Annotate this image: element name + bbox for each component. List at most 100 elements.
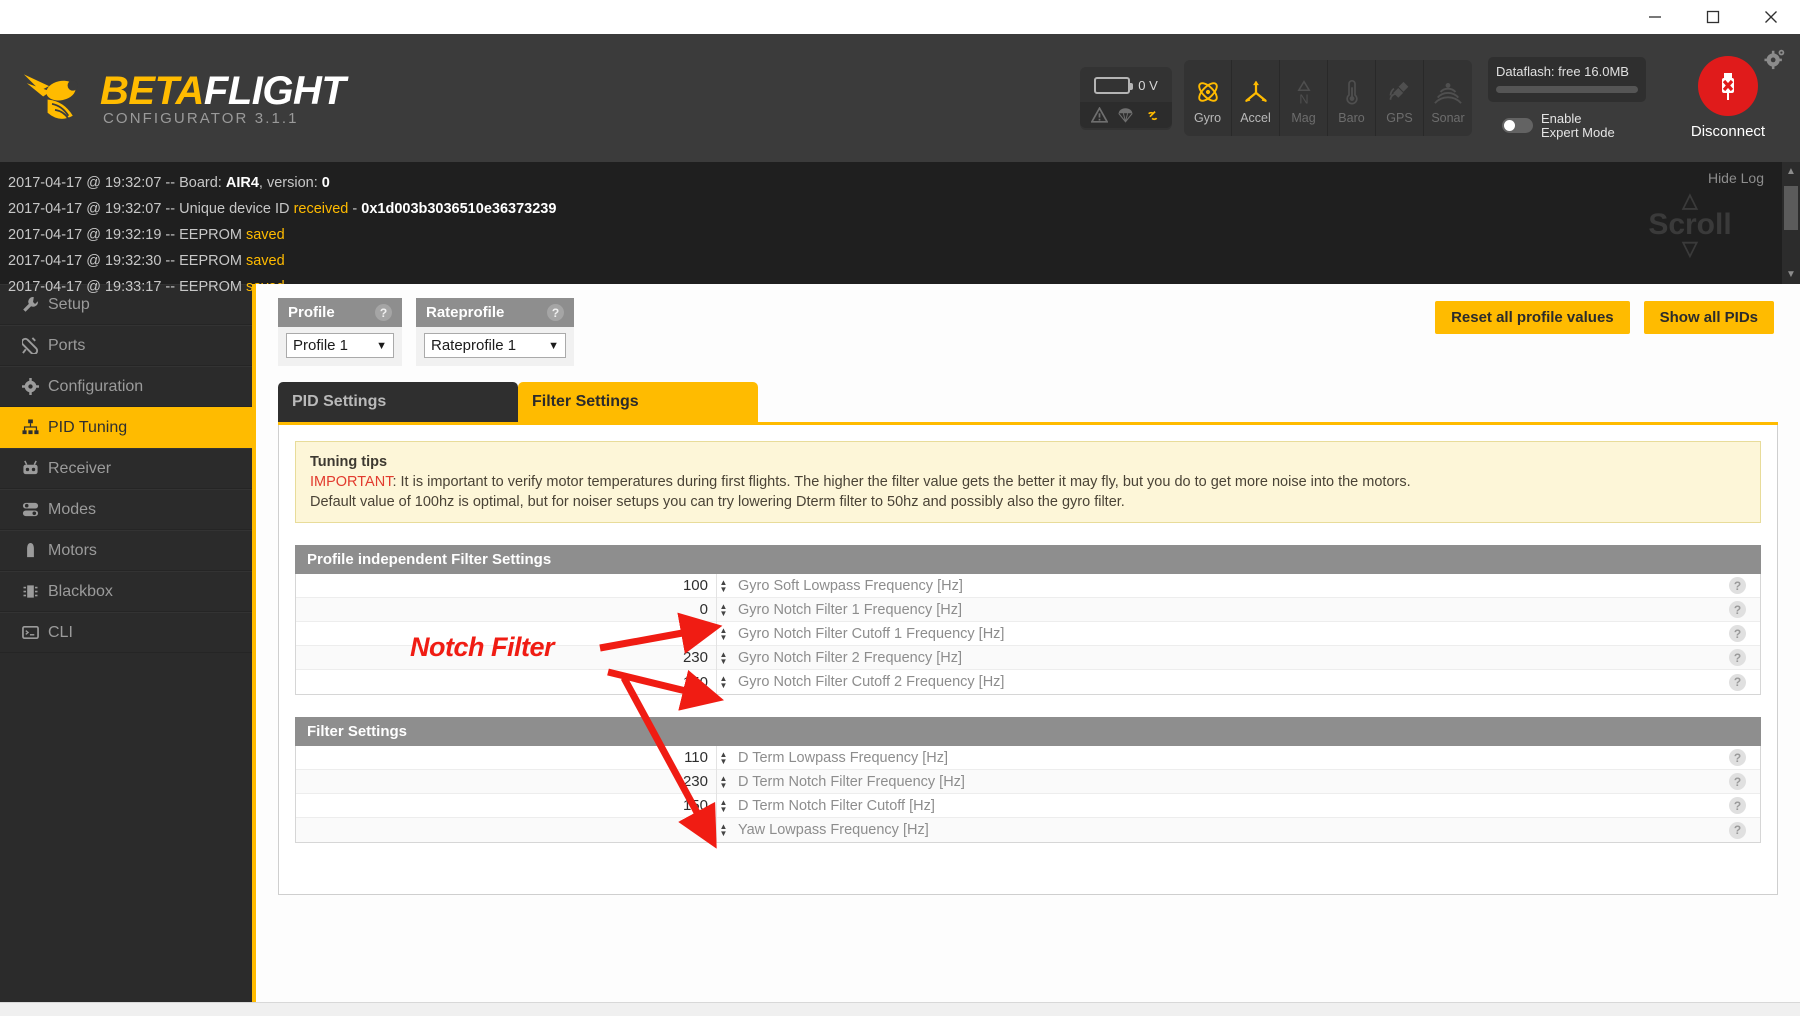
settings-tabs: PID Settings Filter Settings — [278, 382, 1778, 422]
help-icon[interactable]: ? — [1729, 773, 1746, 790]
sensor-gyro-label: Gyro — [1193, 111, 1222, 125]
sidebar-nav: Setup Ports Configuration PID Tuning Rec… — [0, 284, 252, 1002]
spinner-stepper[interactable]: ▲ ▼ — [716, 793, 730, 818]
notch-filter-annotation: Notch Filter — [410, 632, 555, 662]
app-header: BETAFLIGHT CONFIGURATOR 3.1.1 0 V Gyro A… — [0, 34, 1800, 162]
reset-profile-values-button[interactable]: Reset all profile values — [1435, 301, 1630, 334]
spinner-stepper[interactable]: ▲ ▼ — [716, 670, 730, 694]
minimize-icon[interactable] — [1626, 0, 1684, 34]
filter-label: D Term Notch Filter Frequency [Hz] — [738, 773, 965, 790]
settings-gear-icon[interactable] — [1764, 48, 1786, 75]
plug-icon — [22, 337, 48, 354]
log-line: 2017-04-17 @ 19:32:30 -- EEPROM saved — [8, 253, 285, 269]
filter-row: 100 ▲ ▼ Gyro Soft Lowpass Frequency [Hz] … — [296, 573, 1760, 598]
svg-text:N: N — [1299, 91, 1308, 105]
sensor-accel: Accel — [1232, 60, 1280, 136]
spinner-stepper[interactable]: ▲ ▼ — [716, 818, 730, 842]
show-all-pids-button[interactable]: Show all PIDs — [1643, 301, 1774, 334]
sidebar-item-label: Motors — [48, 541, 97, 559]
terminal-icon — [22, 624, 48, 641]
sidebar-item-modes[interactable]: Modes — [0, 489, 252, 530]
filter-row: 230 ▲ ▼ D Term Notch Filter Frequency [Hz… — [296, 769, 1760, 794]
close-icon[interactable] — [1742, 0, 1800, 34]
filter-value[interactable]: 150 — [296, 674, 716, 691]
important-label: IMPORTANT — [310, 474, 393, 490]
spinner-stepper[interactable]: ▲ ▼ — [716, 769, 730, 794]
sidebar-item-ports[interactable]: Ports — [0, 325, 252, 366]
filter-value[interactable]: 110 — [296, 749, 716, 766]
tuning-tips-line2: Default value of 100hz is optimal, but f… — [310, 494, 1125, 510]
help-icon[interactable]: ? — [1729, 649, 1746, 666]
group-title: Filter Settings — [295, 717, 1761, 746]
spinner-stepper[interactable]: ▲ ▼ — [716, 597, 730, 622]
accel-icon — [1243, 75, 1269, 109]
filter-value[interactable]: 100 — [296, 577, 716, 594]
scroll-up-arrow[interactable]: ▲ — [1786, 166, 1796, 177]
help-icon[interactable]: ? — [1729, 601, 1746, 618]
maximize-icon[interactable] — [1684, 0, 1742, 34]
sensor-mag-label: Mag — [1291, 111, 1316, 125]
expert-mode-toggle[interactable] — [1502, 118, 1533, 133]
sensor-mag: N Mag — [1280, 60, 1328, 136]
rateprofile-select[interactable]: Rateprofile 1 ▼ — [424, 333, 566, 358]
tuning-tips-line1: IMPORTANT: It is important to verify mot… — [310, 474, 1411, 490]
motor-icon — [22, 542, 48, 559]
tuning-tips-title: Tuning tips — [310, 454, 388, 470]
parachute-icon — [1118, 107, 1134, 123]
filter-value[interactable]: 150 — [296, 797, 716, 814]
help-icon[interactable]: ? — [547, 304, 564, 321]
sidebar-item-motors[interactable]: Motors — [0, 530, 252, 571]
help-icon[interactable]: ? — [1729, 577, 1746, 594]
log-scroll-thumb[interactable] — [1784, 186, 1798, 230]
chip-icon — [22, 583, 48, 600]
filter-value[interactable]: 0 — [296, 822, 716, 839]
sidebar-item-blackbox[interactable]: Blackbox — [0, 571, 252, 612]
help-icon[interactable]: ? — [375, 304, 392, 321]
help-icon[interactable]: ? — [1729, 797, 1746, 814]
sidebar-item-label: Blackbox — [48, 582, 113, 600]
sidebar-item-label: CLI — [48, 623, 73, 641]
scroll-down-arrow[interactable]: ▼ — [1786, 269, 1796, 280]
spinner-stepper[interactable]: ▲ ▼ — [716, 621, 730, 646]
tab-pid-settings[interactable]: PID Settings — [278, 382, 518, 422]
sidebar-item-configuration[interactable]: Configuration — [0, 366, 252, 407]
spinner-stepper[interactable]: ▲ ▼ — [716, 645, 730, 670]
help-icon[interactable]: ? — [1729, 625, 1746, 642]
profile-selector-card: Profile ? Profile 1 ▼ — [278, 298, 402, 366]
profile-independent-filter-group: Profile independent Filter Settings 100 … — [295, 545, 1761, 695]
filter-label: Gyro Soft Lowpass Frequency [Hz] — [738, 577, 963, 594]
expert-mode-row[interactable]: Enable Expert Mode — [1488, 111, 1646, 140]
filter-row: 110 ▲ ▼ D Term Lowpass Frequency [Hz] ? — [296, 745, 1760, 770]
tuning-tips-box: Tuning tips IMPORTANT: It is important t… — [295, 441, 1761, 523]
sidebar-item-cli[interactable]: CLI — [0, 612, 252, 653]
tab-filter-settings[interactable]: Filter Settings — [518, 382, 758, 422]
dataflash-panel: Dataflash: free 16.0MB — [1488, 56, 1646, 102]
footer-actions: Refresh Save — [0, 1002, 1800, 1016]
sidebar-item-pid-tuning[interactable]: PID Tuning — [0, 407, 252, 448]
filter-value[interactable]: 230 — [296, 773, 716, 790]
help-icon[interactable]: ? — [1729, 749, 1746, 766]
usb-disconnect-icon — [1722, 73, 1734, 100]
sensor-gps: GPS — [1376, 60, 1424, 136]
filter-label: Gyro Notch Filter 2 Frequency [Hz] — [738, 649, 963, 666]
log-scrollbar[interactable]: ▲ ▼ — [1782, 162, 1800, 284]
help-icon[interactable]: ? — [1729, 673, 1746, 691]
sidebar-item-receiver[interactable]: Receiver — [0, 448, 252, 489]
sensor-gps-label: GPS — [1386, 111, 1413, 125]
filter-value[interactable]: 0 — [296, 601, 716, 618]
sonar-icon — [1434, 75, 1462, 109]
chevron-down-icon: ▼ — [548, 339, 559, 352]
profile-select[interactable]: Profile 1 ▼ — [286, 333, 394, 358]
chevron-up-icon: △ — [1682, 190, 1698, 212]
mag-icon: N — [1292, 75, 1316, 109]
gear-icon — [22, 378, 48, 395]
spinner-stepper[interactable]: ▲ ▼ — [716, 573, 730, 598]
sidebar-item-label: Configuration — [48, 377, 144, 395]
spinner-stepper[interactable]: ▲ ▼ — [716, 745, 730, 770]
link-icon — [1148, 110, 1158, 120]
chevron-down-icon: ▼ — [376, 339, 387, 352]
help-icon[interactable]: ? — [1729, 821, 1746, 839]
scroll-hint: △ Scroll ▽ — [1640, 190, 1740, 259]
gyro-icon — [1195, 75, 1221, 109]
hide-log-link[interactable]: Hide Log — [1708, 170, 1764, 186]
